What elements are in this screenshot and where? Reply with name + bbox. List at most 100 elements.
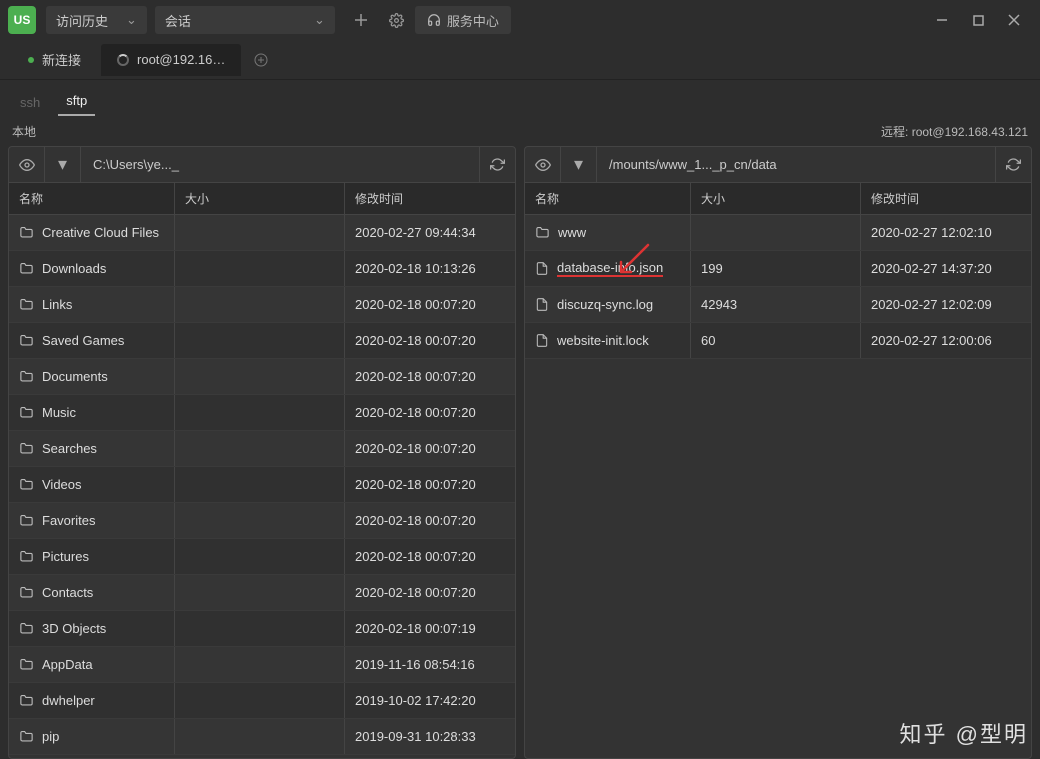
file-mtime: 2019-11-16 08:54:16 — [345, 647, 515, 682]
status-dot-icon — [28, 57, 34, 63]
col-name[interactable]: 名称 — [9, 183, 175, 214]
tab-active-connection[interactable]: root@192.16… — [101, 44, 241, 76]
local-path-input[interactable]: C:\Users\ye..._ — [81, 147, 479, 182]
session-label: 会话 — [165, 11, 191, 30]
file-mtime: 2020-02-18 00:07:20 — [345, 287, 515, 322]
add-tab-button[interactable] — [249, 48, 273, 72]
table-row[interactable]: AppData2019-11-16 08:54:16 — [9, 647, 515, 683]
table-row[interactable]: Favorites 2020-02-18 00:07:20 — [9, 503, 515, 539]
table-row[interactable]: discuzq-sync.log429432020-02-27 12:02:09 — [525, 287, 1031, 323]
file-mtime: 2020-02-18 00:07:20 — [345, 467, 515, 502]
file-icon — [535, 261, 549, 276]
file-name: Music — [42, 405, 76, 420]
folder-icon — [19, 477, 34, 492]
table-row[interactable]: 3D Objects 2020-02-18 00:07:19 — [9, 611, 515, 647]
titlebar: US 访问历史 ⌄ 会话 ⌄ 服务中心 — [0, 0, 1040, 40]
file-panes: ▾ C:\Users\ye..._ 名称 大小 修改时间 Creative Cl… — [0, 146, 1040, 759]
watermark-text: 知乎 @型明 — [900, 717, 1028, 749]
folder-icon — [535, 225, 550, 240]
table-row[interactable]: Downloads2020-02-18 10:13:26 — [9, 251, 515, 287]
local-table-header: 名称 大小 修改时间 — [9, 183, 515, 215]
remote-path-input[interactable]: /mounts/www_1..._p_cn/data — [597, 147, 995, 182]
file-size — [175, 359, 345, 394]
table-row[interactable]: website-init.lock602020-02-27 12:00:06 — [525, 323, 1031, 359]
col-mtime[interactable]: 修改时间 — [861, 183, 1031, 214]
minimize-button[interactable] — [924, 0, 960, 40]
table-row[interactable]: Music 2020-02-18 00:07:20 — [9, 395, 515, 431]
refresh-button[interactable] — [479, 147, 515, 183]
file-size — [175, 647, 345, 682]
file-size — [175, 251, 345, 286]
file-name: Links — [42, 297, 72, 312]
app-logo: US — [8, 6, 36, 34]
settings-button[interactable] — [383, 6, 411, 34]
file-size — [175, 467, 345, 502]
table-row[interactable]: dwhelper2019-10-02 17:42:20 — [9, 683, 515, 719]
table-row[interactable]: Pictures2020-02-18 00:07:20 — [9, 539, 515, 575]
close-button[interactable] — [996, 0, 1032, 40]
col-name[interactable]: 名称 — [525, 183, 691, 214]
file-size — [175, 539, 345, 574]
file-mtime: 2020-02-18 00:07:20 — [345, 395, 515, 430]
table-row[interactable]: Documents2020-02-18 00:07:20 — [9, 359, 515, 395]
visibility-toggle-button[interactable] — [525, 147, 561, 183]
remote-file-list: www2020-02-27 12:02:10database-info.json… — [525, 215, 1031, 758]
folder-icon — [19, 657, 34, 672]
nav-up-button[interactable]: ▾ — [45, 147, 81, 183]
visibility-toggle-button[interactable] — [9, 147, 45, 183]
local-file-list: Creative Cloud Files2020-02-27 09:44:34D… — [9, 215, 515, 758]
table-row[interactable]: Contacts2020-02-18 00:07:20 — [9, 575, 515, 611]
table-row[interactable]: database-info.json1992020-02-27 14:37:20 — [525, 251, 1031, 287]
file-mtime: 2020-02-18 00:07:20 — [345, 503, 515, 538]
session-dropdown[interactable]: 会话 ⌄ — [155, 6, 335, 34]
tab-label: 新连接 — [42, 50, 81, 69]
table-row[interactable]: Videos2020-02-18 00:07:20 — [9, 467, 515, 503]
local-label: 本地 — [12, 123, 881, 140]
col-size[interactable]: 大小 — [691, 183, 861, 214]
folder-icon — [19, 441, 34, 456]
file-mtime: 2020-02-18 00:07:19 — [345, 611, 515, 646]
folder-icon — [19, 585, 34, 600]
folder-icon — [19, 261, 34, 276]
col-mtime[interactable]: 修改时间 — [345, 183, 515, 214]
col-size[interactable]: 大小 — [175, 183, 345, 214]
history-dropdown[interactable]: 访问历史 ⌄ — [46, 6, 147, 34]
file-mtime: 2020-02-27 12:02:10 — [861, 215, 1031, 250]
file-name: Documents — [42, 369, 108, 384]
maximize-button[interactable] — [960, 0, 996, 40]
refresh-button[interactable] — [995, 147, 1031, 183]
file-name: Favorites — [42, 513, 95, 528]
table-row[interactable]: pip2019-09-31 10:28:33 — [9, 719, 515, 755]
add-session-button[interactable] — [347, 6, 375, 34]
table-row[interactable]: www2020-02-27 12:02:10 — [525, 215, 1031, 251]
file-size — [175, 503, 345, 538]
table-row[interactable]: Links 2020-02-18 00:07:20 — [9, 287, 515, 323]
protocol-tabs: ssh sftp — [0, 80, 1040, 116]
tab-ssh[interactable]: ssh — [12, 89, 48, 116]
file-mtime: 2020-02-18 00:07:20 — [345, 323, 515, 358]
service-center-label: 服务中心 — [447, 11, 499, 30]
file-name: Creative Cloud Files — [42, 225, 159, 240]
folder-icon — [19, 225, 34, 240]
file-mtime: 2019-09-31 10:28:33 — [345, 719, 515, 754]
folder-icon — [19, 729, 34, 744]
nav-up-button[interactable]: ▾ — [561, 147, 597, 183]
table-row[interactable]: Saved Games2020-02-18 00:07:20 — [9, 323, 515, 359]
file-size — [175, 287, 345, 322]
file-size: 199 — [691, 251, 861, 286]
table-row[interactable]: Searches2020-02-18 00:07:20 — [9, 431, 515, 467]
file-size — [175, 431, 345, 466]
file-name: dwhelper — [42, 693, 95, 708]
file-mtime: 2020-02-18 10:13:26 — [345, 251, 515, 286]
service-center-button[interactable]: 服务中心 — [415, 6, 511, 34]
tab-sftp[interactable]: sftp — [58, 87, 95, 116]
local-pane: ▾ C:\Users\ye..._ 名称 大小 修改时间 Creative Cl… — [8, 146, 516, 759]
file-name: 3D Objects — [42, 621, 106, 636]
file-name: Contacts — [42, 585, 93, 600]
local-pathbar: ▾ C:\Users\ye..._ — [9, 147, 515, 183]
tab-new-connection[interactable]: 新连接 — [12, 44, 97, 76]
table-row[interactable]: Creative Cloud Files2020-02-27 09:44:34 — [9, 215, 515, 251]
folder-icon — [19, 621, 34, 636]
file-mtime: 2020-02-18 00:07:20 — [345, 431, 515, 466]
file-size — [175, 323, 345, 358]
